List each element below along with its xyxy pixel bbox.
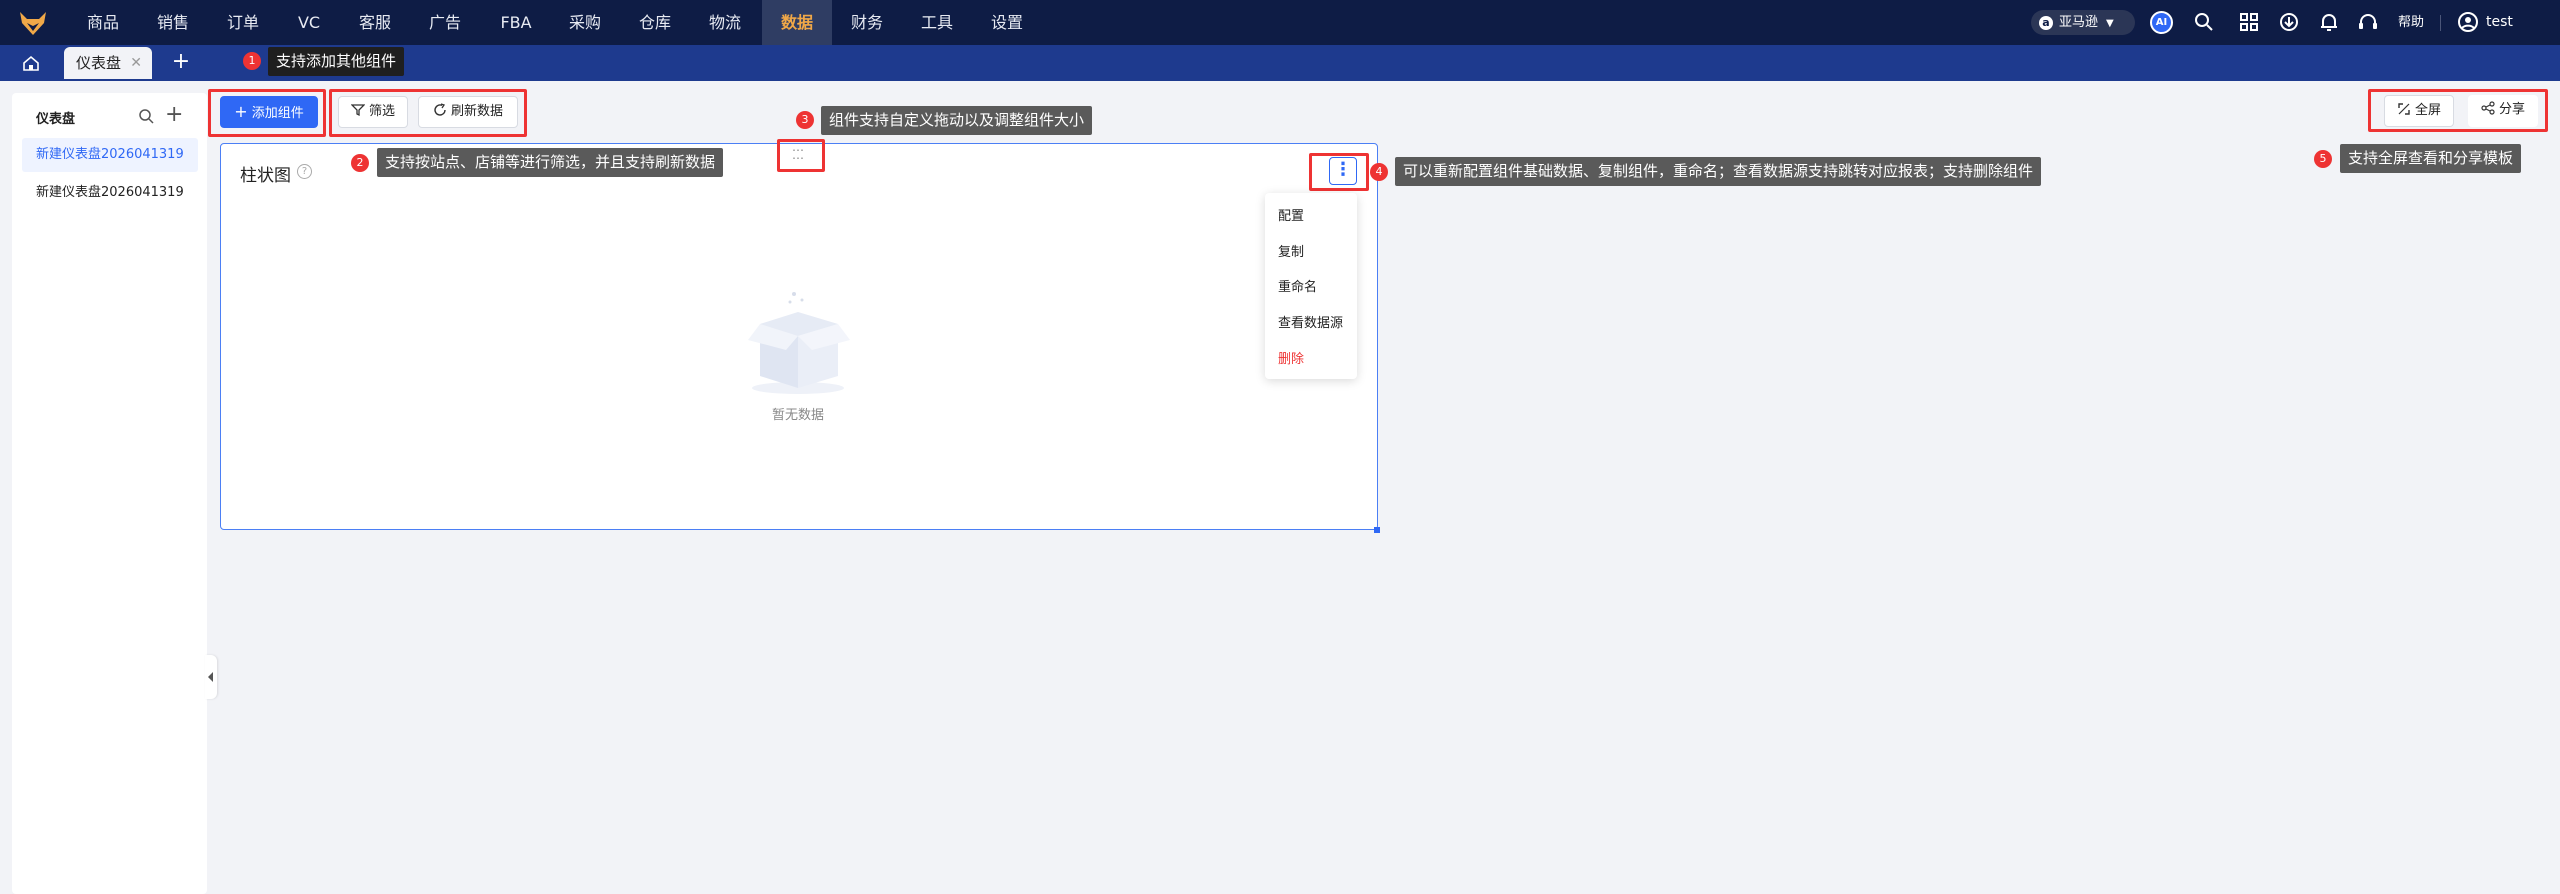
menu-item-copy[interactable]: 复制 [1278, 241, 1304, 260]
username[interactable]: test [2486, 0, 2513, 45]
tooltip-filter-refresh: 支持按站点、店铺等进行筛选，并且支持刷新数据 [377, 148, 724, 177]
close-icon[interactable]: ✕ [130, 47, 142, 79]
tab-dashboard[interactable]: 仪表盘 ✕ [64, 47, 152, 79]
step-badge: 2 [351, 154, 369, 172]
menu-item-view-datasource[interactable]: 查看数据源 [1278, 312, 1343, 331]
fullscreen-button[interactable]: 全屏 [2384, 95, 2454, 127]
fox-logo-icon[interactable] [18, 9, 48, 37]
amazon-icon: a [2039, 15, 2053, 30]
nav-item-vc[interactable]: VC [286, 0, 332, 45]
chevron-left-icon [208, 672, 213, 682]
expand-icon [2398, 103, 2410, 115]
caret-down-icon: ▼ [2106, 18, 2114, 29]
nav-item-data[interactable]: 数据 [762, 0, 832, 45]
user-icon[interactable] [2456, 10, 2480, 34]
tooltip-fullscreen-share: 支持全屏查看和分享模板 [2340, 144, 2522, 173]
download-icon[interactable] [2277, 10, 2301, 34]
menu-item-rename[interactable]: 重命名 [1278, 276, 1317, 295]
sidebar-collapse-handle[interactable] [205, 655, 217, 699]
add-widget-button[interactable]: + 添加组件 [220, 96, 318, 128]
drag-handle-icon[interactable]: ⋯ ⋯ [792, 144, 805, 164]
search-icon[interactable] [2192, 10, 2216, 34]
resize-handle[interactable] [1374, 527, 1380, 533]
step-badge: 3 [796, 111, 814, 129]
nav-item-purchase[interactable]: 采购 [560, 0, 610, 45]
plus-icon: + [234, 102, 248, 121]
refresh-data-button[interactable]: 刷新数据 [418, 96, 518, 128]
tab-label: 仪表盘 [76, 54, 122, 72]
add-dashboard-button[interactable]: + [165, 104, 183, 126]
headset-icon[interactable] [2356, 10, 2380, 34]
more-options-button[interactable]: ⋮ [1329, 157, 1357, 185]
add-widget-label: 添加组件 [251, 106, 304, 121]
empty-state-text: 暂无数据 [772, 408, 825, 423]
ai-assistant-icon[interactable]: AI [2150, 11, 2173, 34]
dashboard-sidebar [12, 93, 207, 894]
search-icon[interactable] [138, 108, 154, 124]
empty-box-icon [748, 292, 850, 394]
nav-item-finance[interactable]: 财务 [842, 0, 892, 45]
sidebar-item-dashboard[interactable]: 新建仪表盘2026041319 [22, 138, 198, 172]
sidebar-title: 仪表盘 [36, 112, 76, 127]
grid-icon[interactable] [2237, 10, 2261, 34]
marketplace-selector[interactable]: a 亚马逊 ▼ [2031, 10, 2135, 35]
share-button[interactable]: 分享 [2468, 95, 2538, 127]
nav-item-warehouse[interactable]: 仓库 [630, 0, 680, 45]
tooltip-widget-menu: 可以重新配置组件基础数据、复制组件，重命名；查看数据源支持跳转对应报表；支持删除… [1395, 157, 2042, 186]
nav-item-settings[interactable]: 设置 [982, 0, 1032, 45]
widget-title: 柱状图 [240, 166, 291, 186]
menu-item-configure[interactable]: 配置 [1278, 205, 1304, 224]
nav-item-products[interactable]: 商品 [78, 0, 128, 45]
marketplace-label: 亚马逊 [2059, 15, 2099, 30]
share-icon [2481, 101, 2495, 115]
nav-item-logistics[interactable]: 物流 [700, 0, 750, 45]
add-tab-button[interactable]: + [170, 47, 192, 77]
nav-item-sales[interactable]: 销售 [148, 0, 198, 45]
help-link[interactable]: 帮助 [2398, 0, 2424, 45]
menu-item-delete[interactable]: 删除 [1278, 348, 1304, 367]
step-badge: 1 [243, 52, 261, 70]
refresh-icon [434, 103, 446, 116]
tooltip-add-widget: 支持添加其他组件 [268, 47, 405, 76]
divider [2440, 15, 2441, 31]
tooltip-drag-resize: 组件支持自定义拖动以及调整组件大小 [821, 106, 1093, 135]
sidebar-item-dashboard[interactable]: 新建仪表盘2026041319 [22, 176, 198, 210]
step-badge: 4 [1370, 163, 1388, 181]
nav-item-tools[interactable]: 工具 [912, 0, 962, 45]
fullscreen-label: 全屏 [2414, 103, 2441, 118]
share-label: 分享 [2498, 102, 2525, 117]
nav-item-fba[interactable]: FBA [490, 0, 542, 45]
filter-icon [350, 104, 366, 117]
filter-button[interactable]: 筛选 [338, 96, 408, 128]
nav-item-ads[interactable]: 广告 [420, 0, 470, 45]
nav-item-orders[interactable]: 订单 [218, 0, 268, 45]
help-icon[interactable]: ? [297, 164, 312, 179]
step-badge: 5 [2314, 150, 2332, 168]
refresh-label: 刷新数据 [450, 104, 503, 119]
bell-icon[interactable] [2317, 10, 2341, 34]
filter-label: 筛选 [368, 104, 395, 119]
home-icon[interactable] [14, 49, 48, 77]
nav-item-customer-service[interactable]: 客服 [350, 0, 400, 45]
